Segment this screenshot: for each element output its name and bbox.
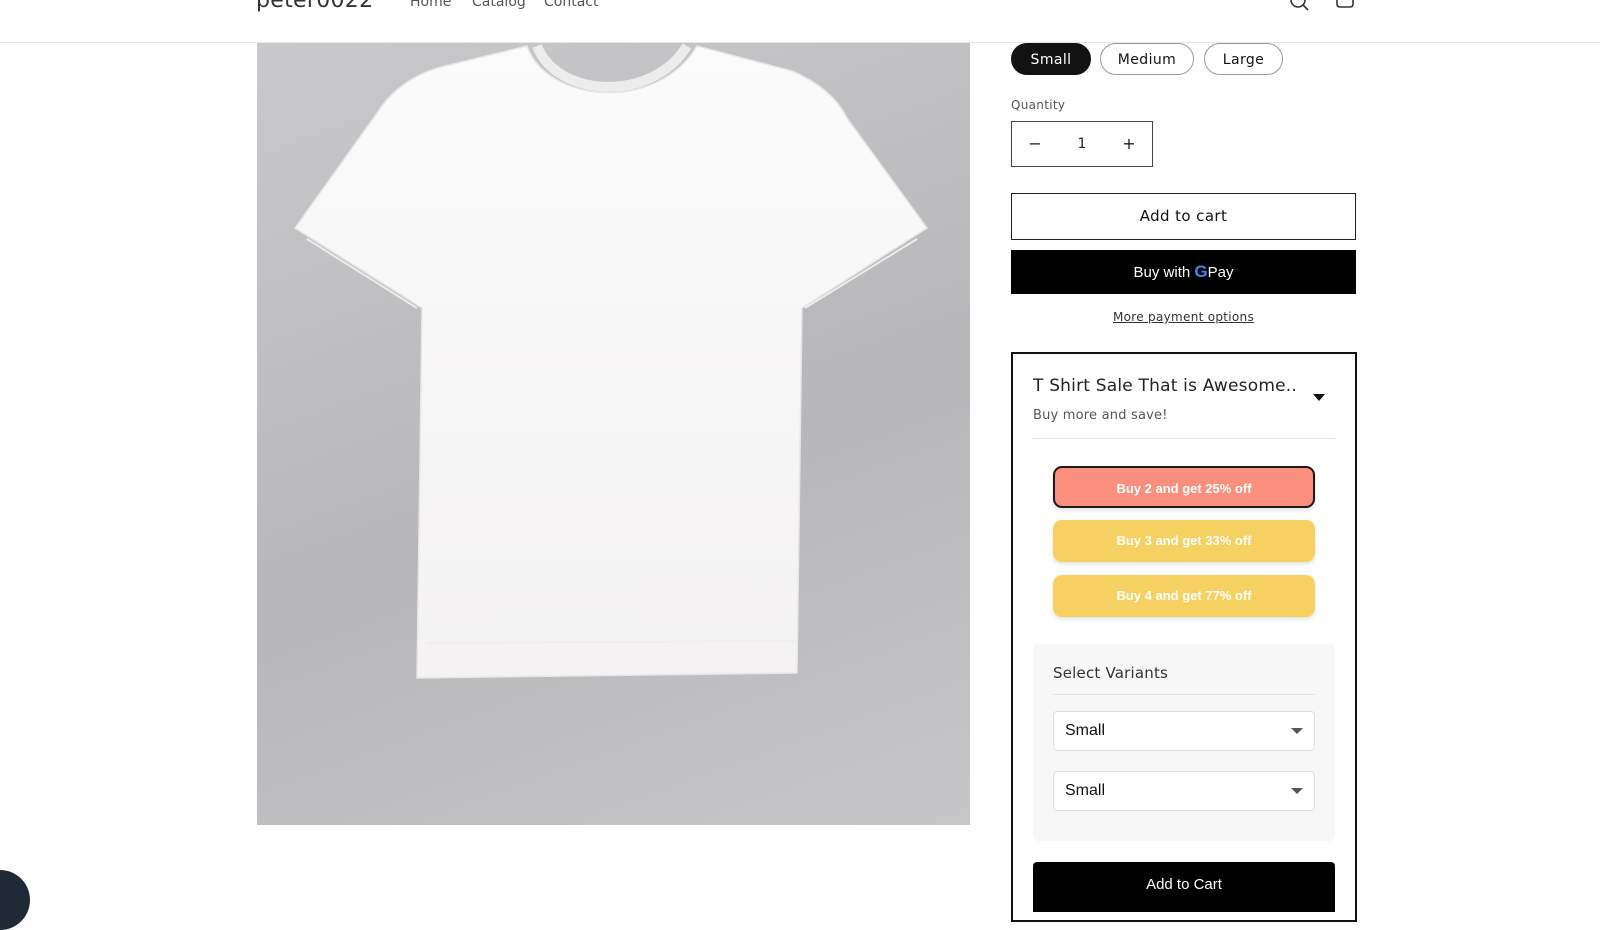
buy-with-gpay-button[interactable]: Buy with GPay (1011, 250, 1356, 294)
bundle-title: T Shirt Sale That is Awesome.. (1033, 376, 1297, 396)
product-image[interactable] (257, 43, 970, 825)
offer-buy-4-button[interactable]: Buy 4 and get 77% off (1053, 575, 1315, 617)
nav-contact[interactable]: Contact (544, 0, 598, 10)
quantity-decrease-button[interactable]: − (1012, 122, 1058, 166)
chevron-down-icon (1291, 728, 1303, 734)
nav-home[interactable]: Home (410, 0, 451, 10)
bundle-offer-widget: T Shirt Sale That is Awesome.. Buy more … (1011, 352, 1357, 922)
size-option-small[interactable]: Small (1011, 43, 1091, 75)
cart-icon[interactable] (1333, 0, 1357, 14)
bundle-divider (1033, 438, 1335, 439)
quantity-increase-button[interactable]: + (1106, 122, 1152, 166)
chevron-down-icon (1291, 788, 1303, 794)
variant-select-1[interactable]: Small (1053, 711, 1315, 751)
quantity-stepper: − + (1011, 121, 1153, 167)
search-icon[interactable] (1288, 0, 1312, 14)
chevron-down-icon[interactable] (1313, 394, 1325, 401)
size-option-large[interactable]: Large (1204, 43, 1283, 75)
offer-buy-3-button[interactable]: Buy 3 and get 33% off (1053, 520, 1315, 562)
variant-select-2[interactable]: Small (1053, 771, 1315, 811)
gpay-prefix: Buy with (1133, 264, 1191, 281)
google-g-icon: G (1194, 262, 1208, 281)
quantity-input[interactable] (1058, 122, 1106, 166)
bundle-subtitle: Buy more and save! (1033, 408, 1168, 423)
quantity-label: Quantity (1011, 98, 1066, 112)
offer-buy-2-button[interactable]: Buy 2 and get 25% off (1053, 466, 1315, 508)
bundle-add-to-cart-button[interactable]: Add to Cart (1033, 862, 1335, 912)
more-payment-options-link[interactable]: More payment options (1011, 310, 1356, 324)
nav-catalog[interactable]: Catalog (472, 0, 526, 10)
add-to-cart-button[interactable]: Add to cart (1011, 193, 1356, 240)
site-header: peter0022 Home Catalog Contact (0, 0, 1600, 43)
gpay-suffix: Pay (1207, 264, 1234, 281)
tshirt-illustration (293, 43, 929, 679)
size-option-medium[interactable]: Medium (1100, 43, 1194, 75)
variant-select-2-value: Small (1065, 782, 1106, 799)
chat-launcher-icon[interactable] (0, 870, 30, 930)
variants-title: Select Variants (1053, 664, 1169, 682)
store-logo[interactable]: peter0022 (256, 0, 373, 13)
variants-divider (1053, 694, 1315, 695)
variant-selector-panel: Select Variants Small Small (1033, 644, 1335, 841)
variant-select-1-value: Small (1065, 722, 1106, 739)
